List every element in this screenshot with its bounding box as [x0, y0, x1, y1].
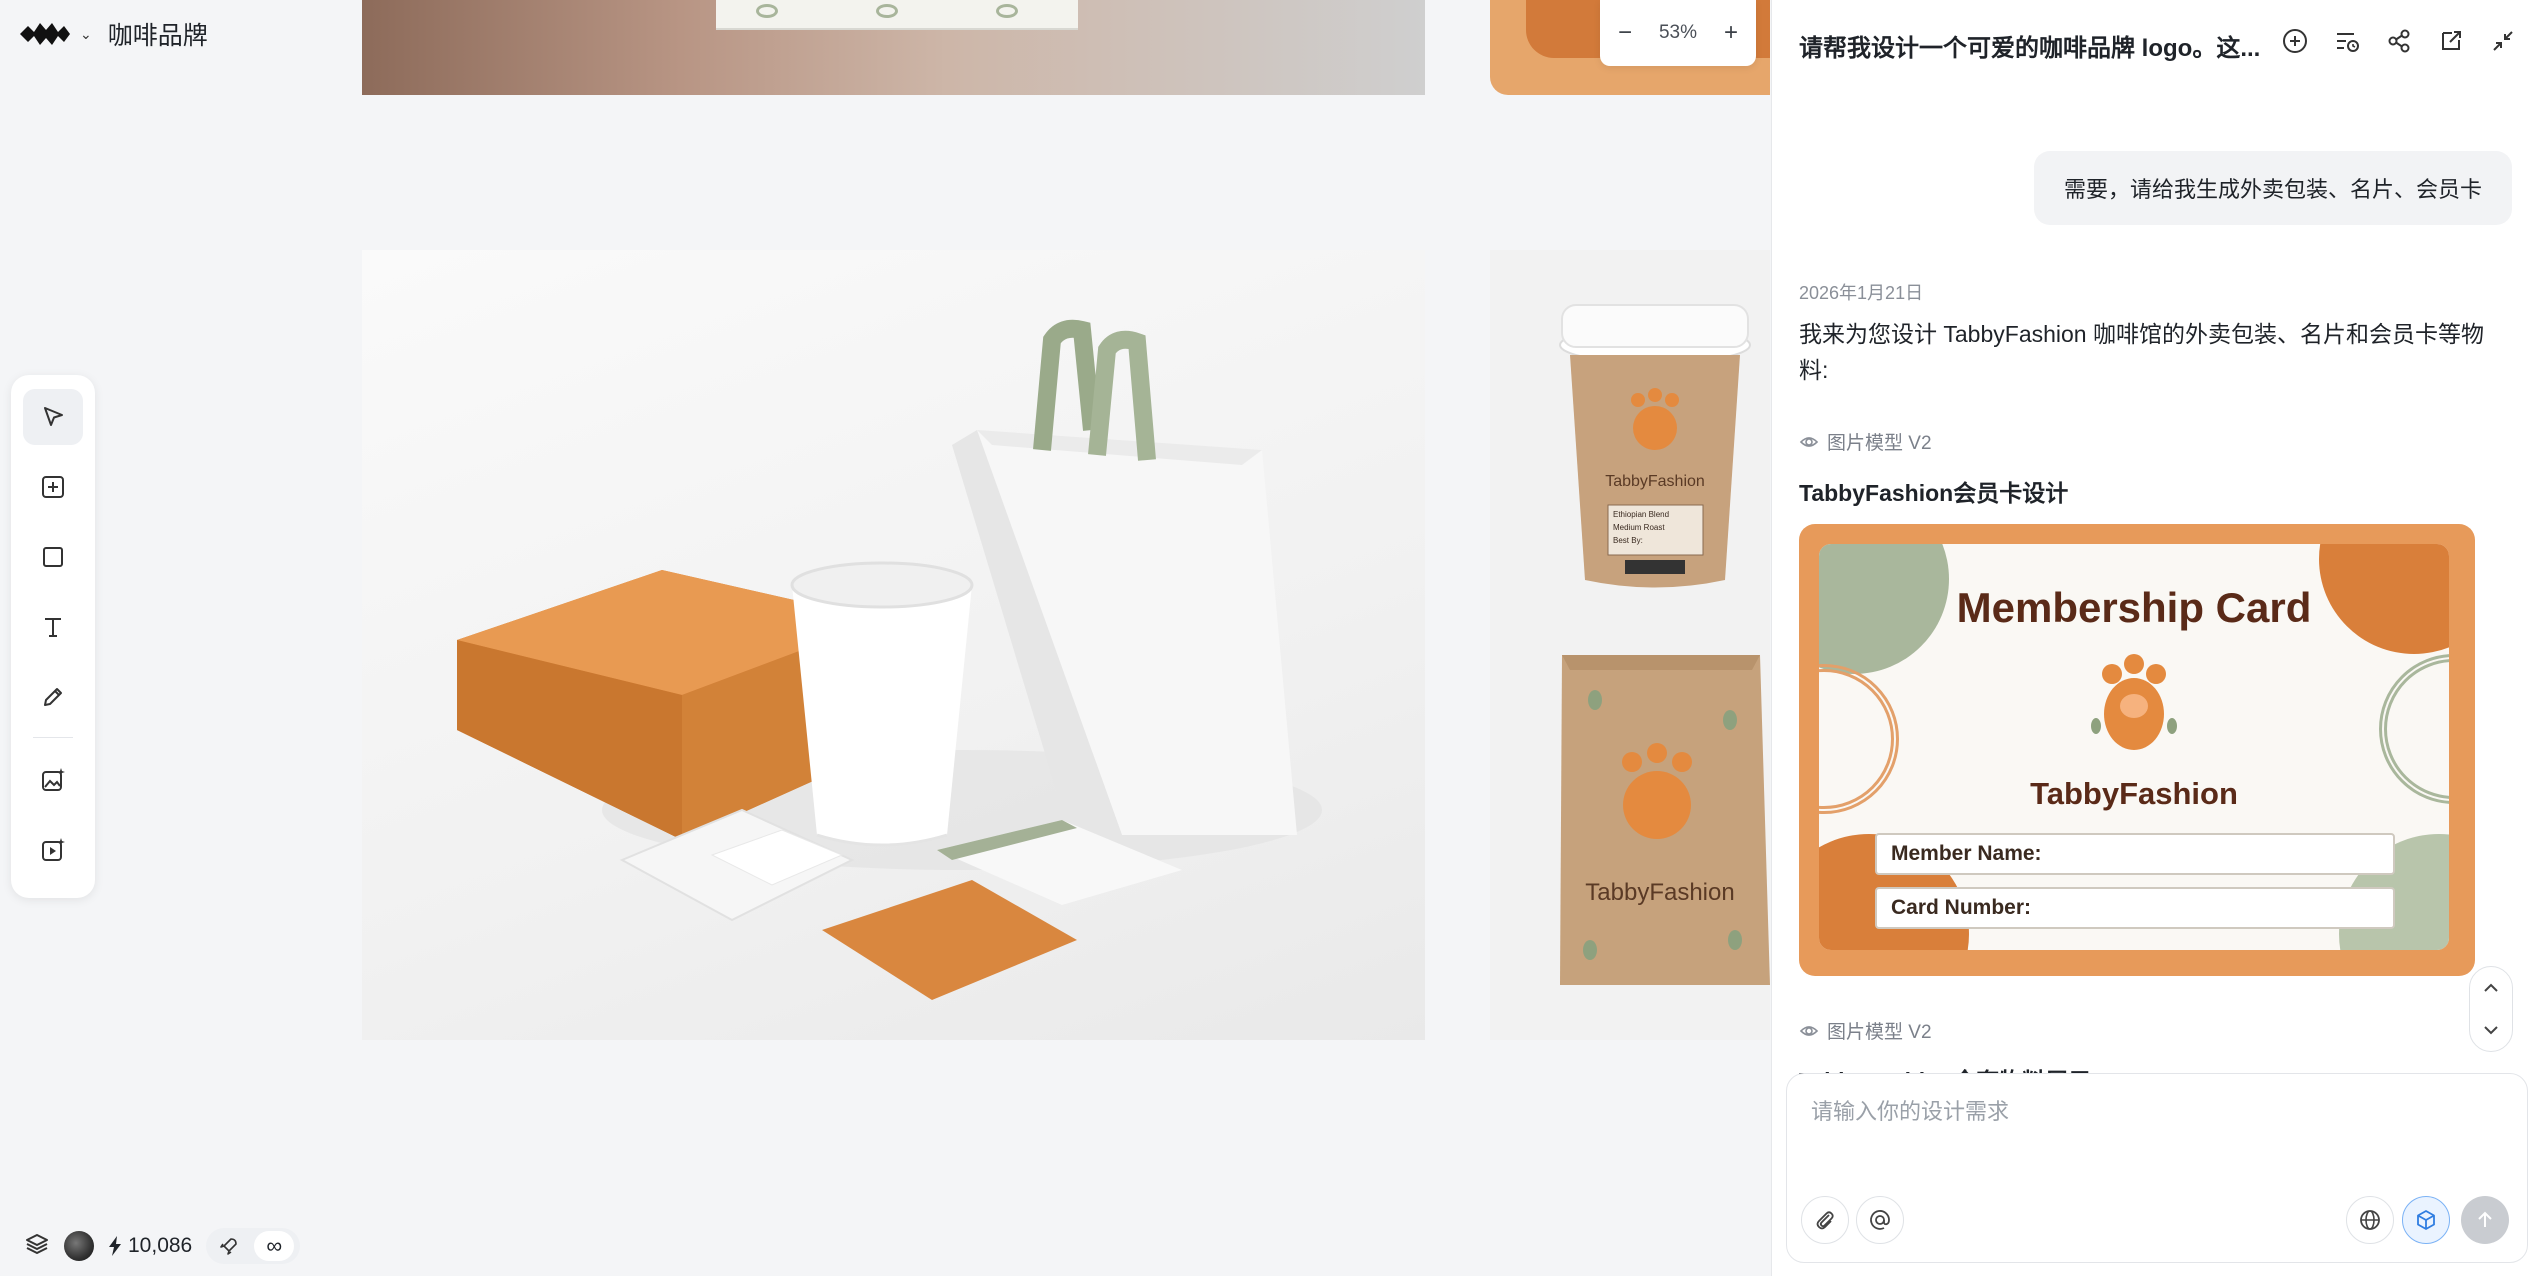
chat-header-actions [2280, 26, 2518, 56]
mode-toggle: ∞ [206, 1228, 301, 1264]
at-icon [1870, 1210, 1890, 1230]
project-name: 咖啡品牌 [107, 22, 208, 50]
card-heading: Membership Card [1956, 584, 2312, 631]
chat-panel: 请帮我设计一个可爱的咖啡品牌 logo。这... 需要，请给我生成外卖包装、名片… [1771, 0, 2540, 1276]
chat-title: 请帮我设计一个可爱的咖啡品牌 logo。这... [1799, 35, 2261, 62]
model-label: 图片模型 V2 [1827, 1022, 1932, 1043]
collapse-icon[interactable] [2488, 26, 2518, 56]
model-icon [1799, 1025, 1819, 1036]
globe-icon [2360, 1210, 2380, 1230]
model-tag: 图片模型 V2 [1799, 1017, 1932, 1044]
model-icon [1799, 436, 1819, 447]
canvas-image-hand-card[interactable] [362, 0, 1425, 95]
bottom-status-bar: 10,086 ∞ [24, 1226, 301, 1266]
zoom-out-button[interactable]: − [1618, 19, 1632, 47]
scroll-down-button[interactable] [2482, 1020, 2500, 1041]
membership-card-face: Membership Card TabbyFashion Member Name… [1819, 544, 2449, 950]
mention-button[interactable] [1856, 1196, 1904, 1244]
chat-input-placeholder[interactable]: 请输入你的设计需求 [1811, 1094, 2009, 1126]
image-generate-tool-button[interactable] [23, 752, 83, 808]
new-chat-icon[interactable] [2280, 26, 2310, 56]
assistant-reply: 我来为您设计 TabbyFashion 咖啡馆的外卖包装、名片和会员卡等物料: [1799, 321, 2484, 383]
rectangle-tool-button[interactable] [23, 529, 83, 585]
3d-mode-button[interactable] [2402, 1196, 2450, 1244]
text-tool-button[interactable] [23, 599, 83, 655]
cup-brand-text: TabbyFashion [1605, 473, 1705, 490]
toolbar-divider [33, 737, 73, 738]
chevron-down-icon [2484, 1025, 2498, 1034]
credits-counter[interactable]: 10,086 [108, 1234, 192, 1258]
cup-label-line-3: Best By: [1613, 536, 1643, 545]
cup-label-line-2: Medium Roast [1613, 523, 1665, 532]
square-icon [43, 547, 63, 567]
select-tool-button[interactable] [23, 389, 83, 445]
layers-icon [26, 1233, 48, 1254]
arrow-up-icon [2478, 1211, 2492, 1227]
card-brand: TabbyFashion [2030, 776, 2238, 811]
lightning-icon [109, 1236, 121, 1256]
card-pattern [716, 0, 1078, 30]
avatar[interactable] [64, 1231, 94, 1261]
canvas-image-packaging-mockup[interactable] [362, 250, 1425, 1040]
message-date: 2026年1月21日 [1799, 283, 1924, 303]
generated-image-membership-card[interactable]: Membership Card TabbyFashion Member Name… [1799, 524, 2475, 976]
cube-icon [2417, 1210, 2435, 1230]
scroll-up-button[interactable] [2482, 978, 2500, 999]
cursor-icon [44, 407, 63, 426]
send-button[interactable] [2461, 1196, 2509, 1244]
tool-palette [11, 375, 95, 898]
chevron-up-icon [2484, 983, 2498, 992]
rocket-icon [220, 1238, 238, 1255]
text-icon [45, 618, 61, 637]
chat-input-box[interactable]: 请输入你的设计需求 [1786, 1073, 2528, 1263]
scroll-controls [2469, 966, 2513, 1052]
zoom-in-button[interactable]: + [1724, 19, 1738, 47]
export-icon[interactable] [2436, 26, 2466, 56]
attach-button[interactable] [1801, 1196, 1849, 1244]
user-message: 需要，请给我生成外卖包装、名片、会员卡 [2033, 151, 2512, 225]
video-sparkle-icon [42, 838, 65, 861]
rocket-mode-button[interactable] [212, 1231, 246, 1261]
member-name-field: Member Name: [1875, 833, 2395, 875]
image-title: TabbyFashion会员卡设计 [1799, 480, 2069, 506]
zoom-level[interactable]: 53% [1659, 22, 1697, 44]
paw-icon [2091, 654, 2177, 750]
share-icon[interactable] [2384, 26, 2414, 56]
model-label: 图片模型 V2 [1827, 433, 1932, 454]
layers-button[interactable] [24, 1231, 50, 1262]
card-number-field: Card Number: [1875, 887, 2395, 929]
paperclip-icon [1816, 1211, 1834, 1230]
chevron-down-icon: ⌄ [80, 25, 92, 42]
web-search-button[interactable] [2346, 1196, 2394, 1244]
cup-and-bag-illustration: TabbyFashion Ethiopian Blend Medium Roas… [1559, 304, 1770, 985]
video-generate-tool-button[interactable] [23, 822, 83, 878]
packaging-mockup-illustration [457, 319, 1322, 1000]
image-sparkle-icon [42, 768, 65, 791]
model-tag: 图片模型 V2 [1799, 428, 1932, 455]
history-icon[interactable] [2332, 26, 2362, 56]
cup-label-line-1: Ethiopian Blend [1613, 510, 1669, 519]
zoom-control: − 53% + [1600, 0, 1756, 66]
infinite-mode-button[interactable]: ∞ [254, 1231, 295, 1261]
pencil-icon [44, 688, 62, 706]
credits-value: 10,086 [128, 1234, 193, 1257]
pen-tool-button[interactable] [23, 669, 83, 725]
project-switcher[interactable]: ⌄ 咖啡品牌 [18, 14, 208, 54]
bag-brand-text: TabbyFashion [1585, 879, 1734, 906]
add-tool-button[interactable] [23, 459, 83, 515]
plus-square-icon [42, 476, 64, 498]
canvas-image-cup-and-bag[interactable]: TabbyFashion Ethiopian Blend Medium Roas… [1490, 250, 1770, 1040]
app-logo-icon [20, 23, 70, 45]
